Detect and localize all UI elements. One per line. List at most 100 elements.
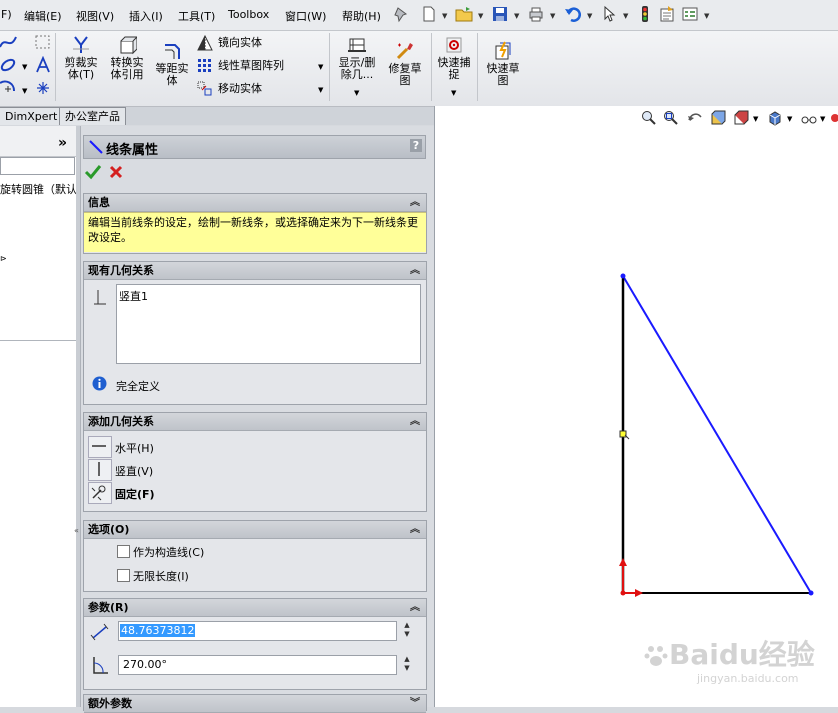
- collapse-arrow-icon[interactable]: «: [74, 526, 79, 535]
- undo-dropdown-icon[interactable]: ▼: [587, 12, 592, 20]
- menu-insert[interactable]: 插入(I): [129, 8, 163, 24]
- extra-parameters-header[interactable]: 额外参数 ︾: [84, 695, 426, 713]
- point-dropdown-icon[interactable]: ▼: [22, 87, 27, 95]
- tree-root-item[interactable]: 旋转圆锥（默认: [0, 181, 76, 197]
- repair-label: 修复草 图: [388, 62, 422, 87]
- existing-relations-header[interactable]: 现有几何关系 ︽: [84, 262, 426, 280]
- file-properties-icon[interactable]: [658, 5, 676, 23]
- sketch-diagonal-line[interactable]: [622, 275, 812, 594]
- menu-file[interactable]: F): [1, 8, 12, 21]
- options-dropdown-icon[interactable]: ▼: [704, 12, 709, 20]
- move-dropdown-icon[interactable]: ▼: [318, 86, 323, 94]
- centerpoint-icon[interactable]: [36, 81, 50, 95]
- convert-entities-button[interactable]: 转换实 体引用: [104, 35, 150, 81]
- display-delete-relations-button[interactable]: 显示/删 除几...: [333, 35, 381, 81]
- save-icon[interactable]: [491, 5, 509, 23]
- angle-spin-up-icon[interactable]: ▲: [400, 655, 414, 663]
- pin-icon[interactable]: [392, 5, 410, 23]
- vertical-label[interactable]: 竖直(V): [115, 463, 153, 479]
- angle-input[interactable]: 270.00°: [118, 655, 397, 675]
- print-icon[interactable]: [527, 5, 545, 23]
- move-entities-button[interactable]: 移动实体: [197, 80, 262, 97]
- fix-relation-button[interactable]: [88, 482, 112, 504]
- tree-filter-input[interactable]: [0, 157, 75, 175]
- new-dropdown-icon[interactable]: ▼: [442, 12, 447, 20]
- angle-spin-down-icon[interactable]: ▼: [400, 664, 414, 672]
- save-dropdown-icon[interactable]: ▼: [514, 12, 519, 20]
- relation-item[interactable]: 竖直1: [119, 288, 148, 304]
- offset-entities-button[interactable]: 等距实 体: [151, 41, 193, 87]
- new-document-icon[interactable]: [420, 5, 438, 23]
- menu-window[interactable]: 窗口(W): [285, 8, 326, 24]
- vertical-relation-button[interactable]: [88, 459, 112, 481]
- vertical-icon: [98, 462, 100, 476]
- sketch-rectangle-icon[interactable]: [34, 33, 52, 51]
- menu-view[interactable]: 视图(V): [76, 8, 114, 24]
- infinite-length-checkbox[interactable]: [117, 569, 130, 582]
- construction-label[interactable]: 作为构造线(C): [133, 544, 204, 560]
- select-pointer-icon[interactable]: [600, 5, 618, 23]
- undo-icon[interactable]: [564, 5, 582, 23]
- show-delete-dropdown-icon[interactable]: ▼: [354, 89, 359, 97]
- relations-listbox[interactable]: 竖直1: [116, 284, 421, 364]
- open-folder-icon[interactable]: [455, 5, 473, 23]
- definition-status: 完全定义: [116, 380, 160, 393]
- linear-pattern-icon: [198, 59, 211, 72]
- extra-parameters-title: 额外参数: [88, 697, 132, 710]
- pattern-dropdown-icon[interactable]: ▼: [318, 63, 323, 71]
- sketch-endpoint[interactable]: [808, 590, 814, 596]
- collapse-chevron-icon[interactable]: ︽: [410, 262, 420, 279]
- menu-bar: F) 编辑(E) 视图(V) 插入(I) 工具(T) Toolbox 窗口(W)…: [0, 0, 838, 31]
- fix-label[interactable]: 固定(F): [115, 486, 155, 502]
- info-header[interactable]: 信息 ︽: [84, 194, 426, 212]
- collapse-chevron-icon[interactable]: ︾: [410, 695, 420, 712]
- origin-point[interactable]: [620, 590, 626, 596]
- construction-checkbox[interactable]: [117, 545, 130, 558]
- rapid-sketch-button[interactable]: 快速草 图: [480, 41, 526, 87]
- print-dropdown-icon[interactable]: ▼: [550, 12, 555, 20]
- sketch-canvas[interactable]: [435, 106, 838, 707]
- ellipse-icon[interactable]: [0, 55, 20, 75]
- expand-panel-icon[interactable]: »: [58, 135, 67, 151]
- ellipse-dropdown-icon[interactable]: ▼: [22, 63, 27, 71]
- menu-tools[interactable]: 工具(T): [178, 8, 215, 24]
- parameters-header[interactable]: 参数(R) ︽: [84, 599, 426, 617]
- spline-icon[interactable]: [0, 33, 20, 53]
- open-dropdown-icon[interactable]: ▼: [478, 12, 483, 20]
- quick-snap-dropdown-icon[interactable]: ▼: [451, 89, 456, 97]
- repair-sketch-button[interactable]: 修复草 图: [382, 41, 428, 87]
- tab-dimxpert[interactable]: DimXpert: [0, 107, 64, 125]
- text-icon[interactable]: [34, 56, 52, 74]
- mirror-entities-button[interactable]: 镜向实体: [197, 34, 262, 51]
- menu-toolbox[interactable]: Toolbox: [228, 8, 269, 21]
- options-icon[interactable]: [681, 5, 699, 23]
- trim-entities-button[interactable]: 剪裁实 体(T): [58, 35, 104, 81]
- collapse-chevron-icon[interactable]: ︽: [410, 599, 420, 616]
- length-spin-down-icon[interactable]: ▼: [400, 630, 414, 638]
- cancel-x-icon[interactable]: [109, 165, 123, 179]
- linear-pattern-button[interactable]: 线性草图阵列: [197, 57, 284, 74]
- point-icon[interactable]: [0, 79, 20, 99]
- horizontal-label[interactable]: 水平(H): [115, 440, 154, 456]
- collapse-chevron-icon[interactable]: ︽: [410, 521, 420, 538]
- collapse-chevron-icon[interactable]: ︽: [410, 194, 420, 211]
- tab-office-products[interactable]: 办公室产品: [59, 107, 126, 125]
- menu-help[interactable]: 帮助(H): [342, 8, 381, 24]
- menu-edit[interactable]: 编辑(E): [24, 8, 62, 24]
- sketch-endpoint[interactable]: [620, 273, 626, 279]
- infinite-length-label[interactable]: 无限长度(I): [133, 568, 189, 584]
- graphics-area[interactable]: ▼ ▼ ▼ Baidu经验 jingyan.baidu.com: [434, 106, 838, 707]
- length-spin-up-icon[interactable]: ▲: [400, 621, 414, 629]
- ok-checkmark-icon[interactable]: [84, 164, 102, 180]
- help-icon[interactable]: ?: [410, 139, 422, 152]
- midpoint-marker[interactable]: [619, 430, 627, 438]
- options-header[interactable]: 选项(O) ︽: [84, 521, 426, 539]
- select-dropdown-icon[interactable]: ▼: [623, 12, 628, 20]
- rebuild-traffic-light-icon[interactable]: [636, 5, 654, 23]
- quick-snaps-button[interactable]: 快速捕 捉: [433, 35, 475, 81]
- horizontal-relation-button[interactable]: [88, 436, 112, 458]
- length-input[interactable]: 48.76373812: [118, 621, 397, 641]
- add-relations-header[interactable]: 添加几何关系 ︽: [84, 413, 426, 431]
- add-relations-title: 添加几何关系: [88, 415, 154, 428]
- collapse-chevron-icon[interactable]: ︽: [410, 413, 420, 430]
